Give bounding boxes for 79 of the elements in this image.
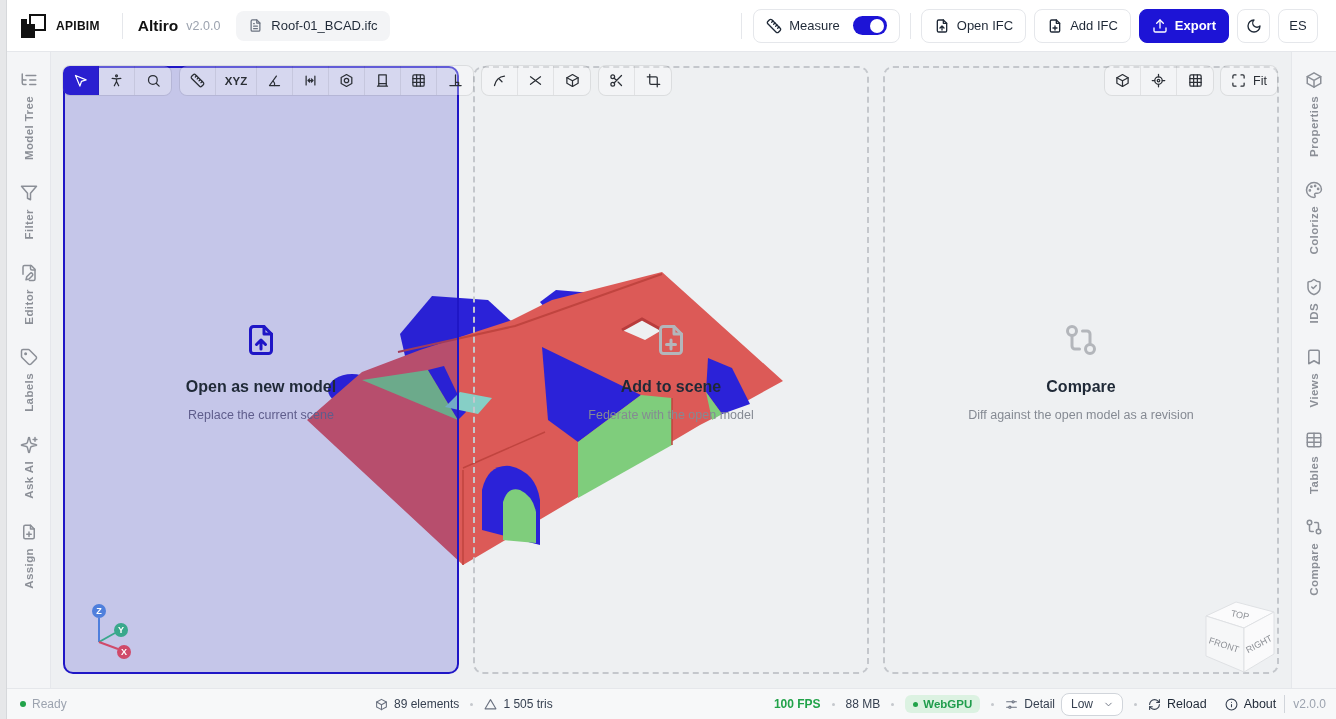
export-button[interactable]: Export bbox=[1138, 8, 1229, 43]
crop-icon bbox=[645, 73, 661, 88]
tool-button[interactable] bbox=[63, 66, 99, 95]
fps-counter: 100 FPS bbox=[773, 697, 821, 711]
reload-button[interactable]: Reload bbox=[1148, 697, 1207, 711]
hexagon-icon bbox=[339, 73, 354, 88]
fit-button[interactable]: Fit bbox=[1221, 66, 1277, 95]
arc-icon bbox=[492, 73, 507, 88]
rail-tab[interactable]: Assign bbox=[19, 522, 38, 589]
rail-tab[interactable]: Ask AI bbox=[19, 436, 38, 499]
measure-toggle[interactable] bbox=[852, 16, 887, 35]
element-count: 89 elements bbox=[394, 697, 460, 711]
sparkles-icon bbox=[19, 436, 38, 455]
crosshair-icon bbox=[1151, 73, 1167, 88]
compare-icon bbox=[1063, 322, 1099, 358]
cube-icon bbox=[375, 697, 388, 711]
search-icon bbox=[145, 73, 161, 88]
cube-icon bbox=[564, 73, 580, 88]
add-file-button[interactable]: Add IFC bbox=[1034, 8, 1131, 43]
app-name: Altiro bbox=[137, 16, 179, 35]
language-button[interactable]: ES bbox=[1278, 8, 1318, 43]
moon-icon bbox=[1245, 17, 1262, 34]
triangle-icon bbox=[484, 697, 498, 711]
scissors-icon bbox=[609, 73, 624, 88]
rail-tab[interactable]: Compare bbox=[1305, 518, 1323, 596]
cursor-icon bbox=[73, 73, 88, 88]
cross-icon bbox=[528, 73, 543, 88]
info-icon bbox=[1224, 697, 1238, 711]
filter-icon bbox=[19, 184, 38, 203]
expand-icon bbox=[1231, 73, 1247, 88]
refresh-icon bbox=[1148, 697, 1161, 711]
bookmark-icon bbox=[1305, 347, 1323, 366]
ruler-icon bbox=[766, 17, 783, 34]
memory-usage: 88 MB bbox=[845, 697, 881, 711]
status-text: Ready bbox=[32, 697, 67, 711]
rail-tab[interactable]: Labels bbox=[19, 348, 38, 413]
grid-icon bbox=[411, 73, 426, 88]
dimension-icon bbox=[303, 73, 318, 88]
detail-select[interactable]: Low bbox=[1061, 692, 1123, 716]
rail-tab[interactable]: Tables bbox=[1305, 431, 1323, 495]
renderer-badge: WebGPU bbox=[905, 695, 981, 713]
grid-icon bbox=[1187, 73, 1203, 88]
zone-title: Compare bbox=[1046, 378, 1116, 396]
rail-tab[interactable]: Filter bbox=[19, 184, 38, 240]
tag-icon bbox=[19, 348, 38, 367]
compare-icon bbox=[1305, 518, 1323, 537]
app-version: v2.0.0 bbox=[186, 18, 221, 33]
theme-button[interactable] bbox=[1237, 8, 1270, 43]
zone-description: Diff against the open model as a revision bbox=[968, 408, 1194, 422]
rail-tab[interactable]: Views bbox=[1305, 347, 1323, 408]
open-file-button[interactable]: Open IFC bbox=[920, 8, 1027, 43]
ruler-icon bbox=[190, 73, 205, 88]
angle-icon bbox=[267, 73, 282, 88]
table-icon bbox=[1305, 431, 1323, 450]
file-icon bbox=[248, 18, 264, 33]
file-pen-icon bbox=[19, 263, 38, 282]
sliders-icon bbox=[1005, 697, 1019, 711]
rail-tab[interactable]: Properties bbox=[1305, 71, 1323, 157]
rail-tab[interactable]: IDS bbox=[1305, 278, 1323, 324]
version-text: v2.0.0 bbox=[1293, 697, 1326, 711]
rail-tab[interactable]: Editor bbox=[19, 263, 38, 325]
frame-icon bbox=[375, 73, 390, 88]
rail-tab[interactable]: Colorize bbox=[1305, 180, 1323, 255]
about-button[interactable]: About bbox=[1224, 697, 1277, 711]
rail-tab[interactable]: Model Tree bbox=[19, 71, 38, 161]
triangle-count: 1 505 tris bbox=[503, 697, 553, 711]
brand-name: APIBIM bbox=[56, 18, 100, 33]
cube-icon bbox=[1115, 73, 1131, 88]
detail-label: Detail bbox=[1024, 697, 1055, 711]
file-name: Roof-01_BCAD.ifc bbox=[271, 18, 378, 33]
palette-icon bbox=[1305, 180, 1323, 199]
perpendicular-icon bbox=[447, 73, 463, 88]
tool-button[interactable]: XYZ bbox=[216, 66, 257, 95]
upload-icon bbox=[1151, 17, 1168, 34]
cube-icon bbox=[1305, 71, 1323, 89]
shield-check-icon bbox=[1305, 278, 1323, 297]
measure-label: Measure bbox=[789, 18, 840, 33]
person-icon bbox=[109, 73, 124, 88]
logo-icon bbox=[20, 12, 46, 39]
